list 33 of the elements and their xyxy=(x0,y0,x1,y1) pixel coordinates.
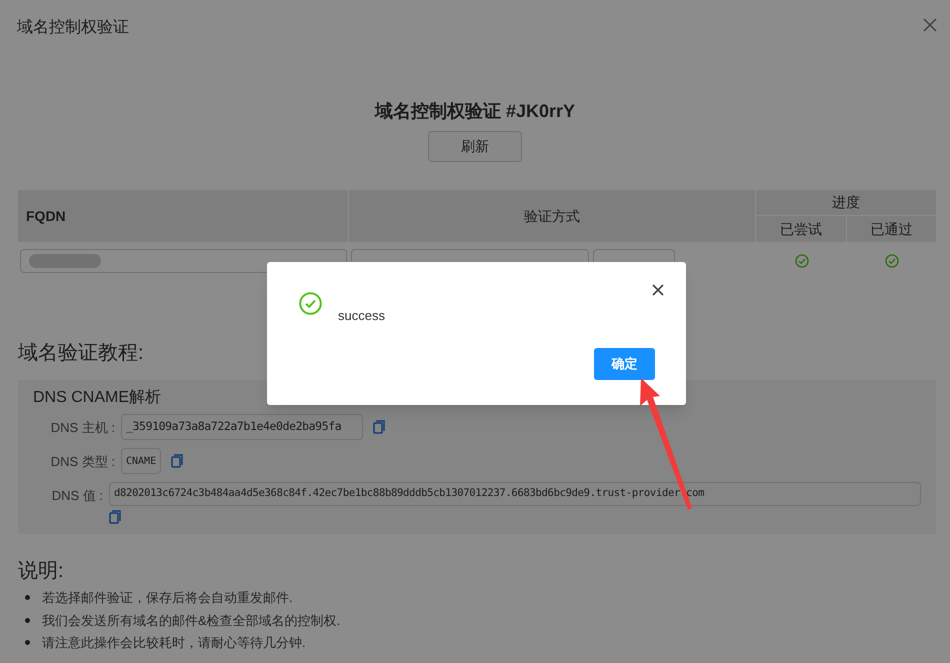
field-label: DNS 值 : xyxy=(50,487,104,505)
dialog-message: success xyxy=(338,307,385,325)
window-title: 域名控制权验证 xyxy=(17,18,129,38)
column-header: 进度 xyxy=(756,190,936,216)
note-text: 若选择邮件验证，保存后将会自动重发邮件. xyxy=(42,589,293,607)
close-icon[interactable] xyxy=(652,284,664,296)
field-label: DNS 主机 : xyxy=(50,419,116,437)
section-title: 域名验证教程: xyxy=(18,341,144,366)
bullet-icon xyxy=(25,618,30,623)
dns-value-field[interactable]: CNAME xyxy=(121,448,162,474)
note-text: 请注意此操作会比较耗时，请耐心等待几分钟. xyxy=(42,634,306,652)
page-heading: 域名控制权验证 #JK0rrY xyxy=(374,100,576,123)
copy-icon[interactable] xyxy=(109,510,121,524)
confirm-button[interactable]: 确定 xyxy=(594,348,655,380)
check-circle-icon xyxy=(884,254,898,268)
dns-value-field[interactable]: _359109a73a8a722a7b1e4e0de2ba95fa xyxy=(121,414,363,440)
method-title: DNS CNAME解析 xyxy=(33,388,162,408)
copy-icon[interactable] xyxy=(171,454,184,468)
refresh-button[interactable]: 刷新 xyxy=(428,131,522,162)
fqdn-field[interactable] xyxy=(20,249,347,273)
bullet-icon xyxy=(25,595,30,600)
bullet-icon xyxy=(25,640,30,646)
blurred-text xyxy=(29,254,101,268)
section-title: 说明: xyxy=(18,559,64,584)
column-header: 已尝试 xyxy=(756,216,847,242)
column-header: 已通过 xyxy=(870,220,914,238)
check-circle-icon xyxy=(794,254,808,268)
column-header: FQDN xyxy=(18,190,349,242)
note-text: 我们会发送所有域名的邮件&检查全部域名的控制权. xyxy=(42,612,340,630)
column-header: 验证方式 xyxy=(349,190,756,242)
copy-icon[interactable] xyxy=(373,420,385,434)
success-icon xyxy=(299,292,322,315)
field-label: DNS 类型 : xyxy=(50,453,116,471)
